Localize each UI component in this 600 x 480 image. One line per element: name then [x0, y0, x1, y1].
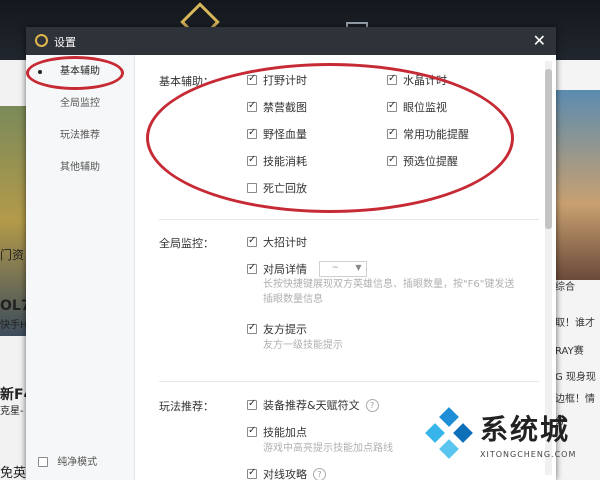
watermark-diamond-icon [425, 423, 445, 443]
dialog-title: 设置 [54, 36, 76, 49]
settings-sidebar: 基本辅助 全局监控 玩法推荐 其他辅助 纯净模式 [26, 55, 135, 480]
watermark: 系统城 XITONGCHENG.COM [414, 402, 600, 480]
scrollbar-thumb[interactable] [545, 69, 552, 229]
sidebar-item-recommend[interactable]: 玩法推荐 [26, 125, 134, 147]
bg-text: 门资 [0, 248, 25, 262]
background-left-panel: 门资 OL7 快手H 新F4 克星- 免英 [0, 60, 26, 480]
annotation-circle-sidebar [26, 56, 124, 90]
section-divider [159, 381, 539, 382]
option-equipment-recommend[interactable]: 装备推荐&天赋符文? [247, 397, 379, 413]
option-ult-timer[interactable]: 大招计时 [247, 234, 307, 250]
checkbox[interactable] [247, 467, 257, 479]
hotkey-select[interactable]: ~ ▼ [318, 261, 367, 277]
checkbox[interactable] [247, 262, 257, 274]
sidebar-item-label: 玩法推荐 [60, 130, 100, 141]
checkbox[interactable] [247, 398, 257, 410]
bg-text: RAY赛 [555, 346, 584, 357]
annotation-circle-options [146, 63, 514, 213]
bg-text: 免英 [0, 466, 26, 480]
match-detail-description: 长按快捷键展现双方英雄信息、插眼数量，按"F6"键发送插眼数量信息 [263, 279, 515, 305]
pure-mode-label: 纯净模式 [57, 457, 98, 468]
option-lane-guide[interactable]: 对线攻略? [247, 466, 326, 480]
checkbox[interactable] [247, 322, 257, 334]
watermark-diamond-icon [439, 439, 459, 459]
option-match-detail[interactable]: 对局详情 ~ ▼ [247, 261, 367, 277]
dialog-titlebar: 设置 ✕ [26, 27, 556, 55]
background-art [553, 90, 600, 280]
app-logo-icon [35, 34, 48, 47]
bg-text: 新F4 [0, 387, 26, 403]
pure-mode-checkbox[interactable] [38, 457, 48, 467]
option-friend-hint[interactable]: 友方提示 [247, 321, 307, 337]
chevron-down-icon: ▼ [355, 263, 362, 272]
pure-mode-toggle[interactable]: 纯净模式 [38, 453, 97, 468]
watermark-diamond-icon [439, 407, 459, 427]
checkbox[interactable] [247, 235, 257, 247]
bg-text: 取！谁才 [555, 318, 595, 329]
watermark-diamond-icon [453, 423, 473, 443]
section-label-monitor: 全局监控： [159, 237, 214, 250]
section-divider [159, 219, 539, 220]
close-button[interactable]: ✕ [533, 31, 546, 50]
bg-text: 综合 [555, 282, 575, 293]
option-skill-points[interactable]: 技能加点 [247, 424, 307, 440]
bg-text: OL7 [0, 298, 26, 314]
sidebar-item-monitor[interactable]: 全局监控 [26, 93, 134, 115]
bg-text: 克星- [0, 406, 24, 417]
sidebar-item-label: 其他辅助 [60, 162, 100, 173]
sidebar-item-other[interactable]: 其他辅助 [26, 157, 134, 179]
sidebar-item-label: 全局监控 [60, 98, 100, 109]
bg-text: 快手H [0, 320, 26, 331]
watermark-brand: 系统城 [480, 413, 571, 446]
friend-hint-description: 友方一级技能提示 [263, 340, 343, 351]
watermark-url: XITONGCHENG.COM [480, 450, 577, 459]
bg-text: G 现身现 [555, 372, 596, 383]
help-icon[interactable]: ? [365, 398, 379, 412]
section-label-recommend: 玩法推荐： [159, 400, 214, 413]
help-icon[interactable]: ? [313, 467, 326, 480]
checkbox[interactable] [247, 425, 257, 437]
skill-points-description: 游戏中高亮提示技能加点路线 [263, 443, 393, 454]
